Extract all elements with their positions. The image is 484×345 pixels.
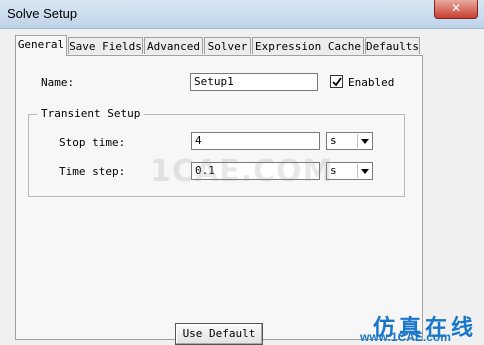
watermark-center: 1CAE.COM bbox=[150, 154, 334, 189]
general-tab-panel: Name: Setup1 Enabled Transient Setup Sto… bbox=[15, 55, 423, 345]
stop-time-unit-value: s bbox=[330, 134, 337, 147]
stop-time-label: Stop time: bbox=[59, 136, 126, 149]
transient-setup-title: Transient Setup bbox=[37, 107, 145, 120]
name-field[interactable]: Setup1 bbox=[190, 73, 318, 91]
chevron-down-icon bbox=[361, 139, 369, 144]
tab-solver[interactable]: Solver bbox=[204, 37, 251, 54]
tab-label: General bbox=[17, 38, 65, 51]
dialog-body: General Save Fields Advanced Solver Expr… bbox=[0, 29, 484, 345]
chevron-down-icon bbox=[361, 169, 369, 174]
tab-label: Solver bbox=[207, 40, 248, 53]
enabled-label: Enabled bbox=[348, 76, 395, 89]
close-button[interactable]: ✕ bbox=[434, 0, 478, 19]
dropdown-arrow[interactable] bbox=[357, 134, 371, 148]
tab-save-fields[interactable]: Save Fields bbox=[68, 37, 143, 54]
tab-label: Advanced bbox=[147, 40, 200, 53]
tab-advanced[interactable]: Advanced bbox=[144, 37, 203, 54]
window-title: Solve Setup bbox=[7, 6, 78, 21]
use-default-button[interactable]: Use Default bbox=[175, 323, 263, 345]
time-step-label: Time step: bbox=[59, 165, 126, 178]
tab-label: Expression Cache bbox=[255, 40, 361, 53]
dropdown-arrow[interactable] bbox=[357, 164, 371, 178]
tab-expression-cache[interactable]: Expression Cache bbox=[252, 37, 364, 54]
tab-general[interactable]: General bbox=[15, 35, 67, 56]
name-label: Name: bbox=[41, 76, 75, 89]
stop-time-unit-select[interactable]: s bbox=[326, 132, 373, 150]
check-icon bbox=[332, 77, 342, 87]
title-bar: Solve Setup ✕ bbox=[0, 0, 484, 29]
tab-label: Save Fields bbox=[69, 40, 142, 53]
close-icon: ✕ bbox=[450, 1, 462, 15]
tab-defaults[interactable]: Defaults bbox=[365, 37, 420, 54]
enabled-checkbox[interactable] bbox=[330, 75, 343, 88]
tab-label: Defaults bbox=[366, 40, 419, 53]
watermark-url: www.1CAE.com bbox=[360, 330, 451, 344]
stop-time-field[interactable]: 4 bbox=[191, 132, 320, 150]
